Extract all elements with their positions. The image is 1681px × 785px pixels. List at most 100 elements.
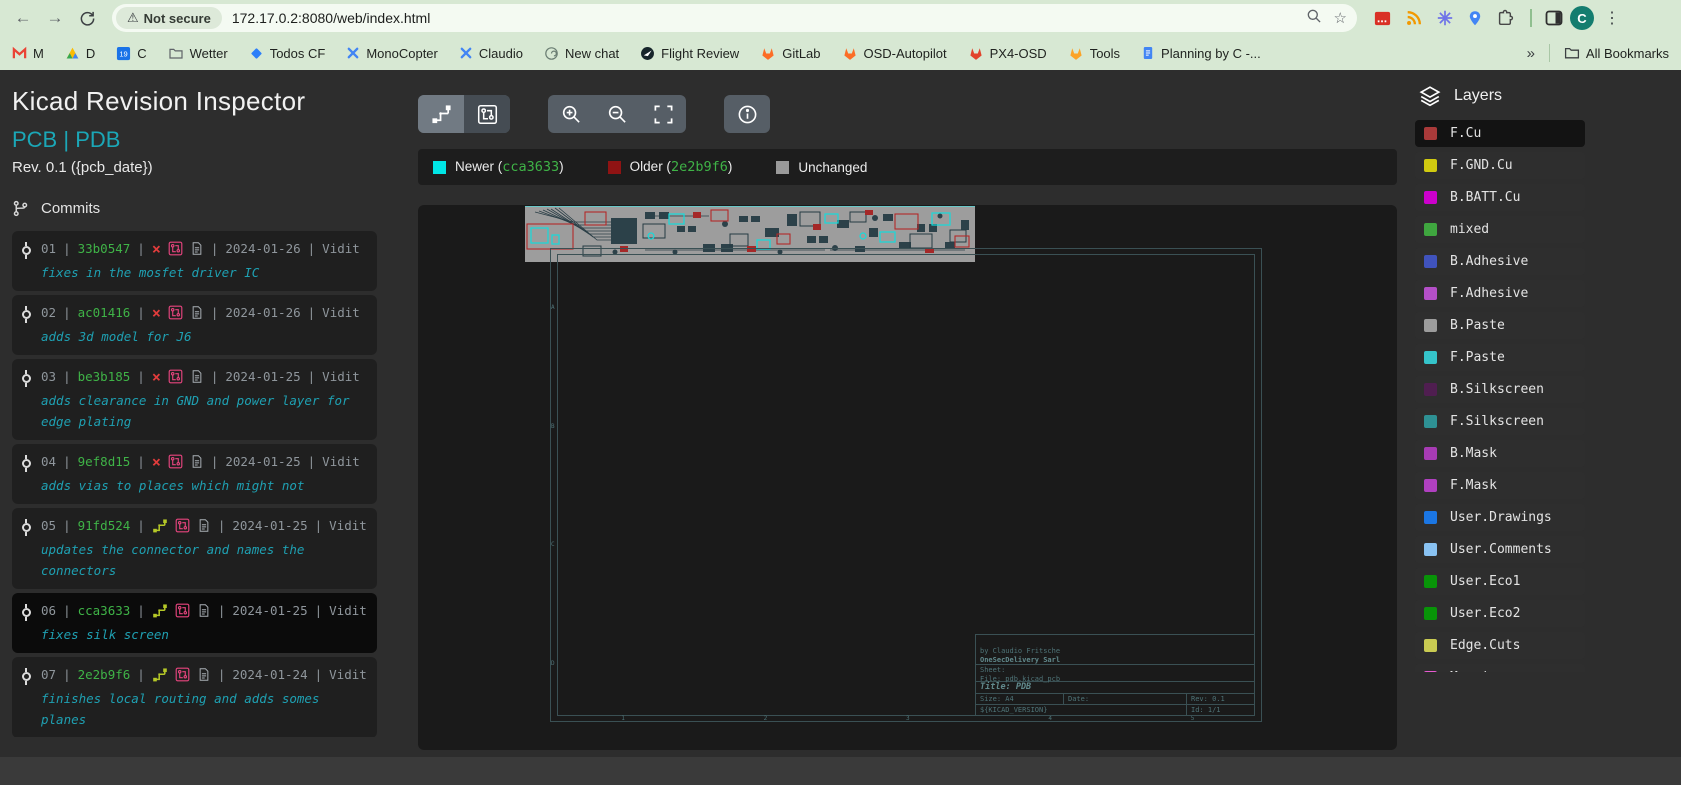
pcb-diff-icon[interactable]	[175, 518, 190, 533]
layer-item-edge-cuts[interactable]: Edge.Cuts	[1415, 632, 1585, 659]
side-panel-icon[interactable]	[1544, 8, 1564, 28]
doc-icon[interactable]	[190, 305, 204, 320]
bookmark-todos-cf[interactable]: Todos CF	[249, 46, 326, 61]
doc-icon[interactable]	[197, 667, 211, 682]
security-chip[interactable]: ⚠ Not secure	[116, 7, 222, 29]
zoom-magnifier-icon[interactable]	[1306, 8, 1322, 28]
layer-item-mixed[interactable]: mixed	[1415, 216, 1585, 243]
zoom-fit-button[interactable]	[640, 95, 686, 133]
zoom-in-button[interactable]	[548, 95, 594, 133]
commit-item-ac01416[interactable]: 02|ac01416|×|2024-01-26|Vidit Katadds 3d…	[12, 295, 377, 355]
url-bar[interactable]: ⚠ Not secure 172.17.0.2:8080/web/index.h…	[112, 4, 1357, 32]
commit-hash[interactable]: be3b185	[78, 367, 131, 386]
layer-item-f-adhesive[interactable]: F.Adhesive	[1415, 280, 1585, 307]
schematic-diff-icon[interactable]	[152, 518, 168, 534]
pcb-diff-icon[interactable]	[168, 305, 183, 320]
layer-item-b-paste[interactable]: B.Paste	[1415, 312, 1585, 339]
bookmark-star-icon[interactable]: ☆	[1334, 9, 1347, 27]
sheet-tick-bottom: 4	[1048, 715, 1052, 722]
bookmark-gitlab[interactable]: GitLab	[760, 46, 820, 61]
commit-hash[interactable]: 2e2b9f6	[78, 665, 131, 684]
commit-hash[interactable]: 9ef8d15	[78, 452, 131, 471]
bookmarks-overflow-chevron[interactable]: »	[1527, 45, 1535, 62]
bookmark-planning-by-c[interactable]: Planning by C -...	[1141, 45, 1261, 61]
commit-item-91fd524[interactable]: 05|91fd524||2024-01-25|Vidit Katupdates …	[12, 508, 377, 589]
rss-icon[interactable]	[1405, 9, 1423, 27]
layer-item-b-mask[interactable]: B.Mask	[1415, 440, 1585, 467]
bookmark-monocopter[interactable]: MonoCopter	[346, 46, 438, 61]
pcb-link[interactable]: PCB	[12, 127, 57, 152]
bookmark-osd-autopilot[interactable]: OSD-Autopilot	[842, 46, 947, 61]
bookmark-flight-review[interactable]: Flight Review	[640, 46, 739, 61]
schematic-diff-icon[interactable]	[152, 667, 168, 683]
maps-pin-icon[interactable]	[1467, 9, 1483, 27]
layer-item-margin[interactable]: Margin	[1415, 664, 1585, 672]
layer-item-f-cu[interactable]: F.Cu	[1415, 120, 1585, 147]
layer-item-user-drawings[interactable]: User.Drawings	[1415, 504, 1585, 531]
menu-kebab-icon[interactable]: ⋮	[1600, 8, 1624, 28]
layer-item-user-eco2[interactable]: User.Eco2	[1415, 600, 1585, 627]
legend-unchanged: Unchanged	[776, 160, 867, 175]
pdb-link[interactable]: PDB	[75, 127, 120, 152]
commit-date: 2024-01-25	[225, 367, 300, 386]
profile-avatar[interactable]: C	[1570, 6, 1594, 30]
bookmark-tools[interactable]: Tools	[1068, 46, 1120, 61]
bookmark-d[interactable]: D	[65, 46, 95, 61]
commit-hash[interactable]: ac01416	[78, 303, 131, 322]
bookmark-claudio[interactable]: Claudio	[459, 46, 523, 61]
pcb-diff-icon[interactable]	[175, 667, 190, 682]
commit-hash[interactable]: 91fd524	[78, 516, 131, 535]
doc-icon[interactable]	[190, 241, 204, 256]
layer-item-user-eco1[interactable]: User.Eco1	[1415, 568, 1585, 595]
commit-hash[interactable]: 33b0547	[78, 239, 131, 258]
reload-icon[interactable]	[74, 8, 100, 28]
pcb-diff-icon[interactable]	[175, 603, 190, 618]
sheet-tick-bottom: 5	[1191, 715, 1195, 722]
pcb-canvas[interactable]: 12345ABCD by Claudio Fritsche OneSecDeli…	[418, 205, 1397, 750]
url-text[interactable]: 172.17.0.2:8080/web/index.html	[232, 10, 430, 26]
pcb-view-button[interactable]	[464, 95, 510, 133]
bookmark-new-chat[interactable]: New chat	[544, 46, 619, 61]
all-bookmarks-button[interactable]: All Bookmarks	[1564, 45, 1669, 61]
commit-item-9ef8d15[interactable]: 04|9ef8d15|×|2024-01-25|Vidit Katadds vi…	[12, 444, 377, 504]
doc-icon[interactable]	[197, 518, 211, 533]
forward-icon[interactable]: →	[42, 8, 68, 28]
red-panel-icon[interactable]	[1373, 9, 1392, 28]
snowflake-icon[interactable]	[1436, 9, 1454, 27]
layer-label: F.Mask	[1450, 478, 1497, 493]
layers-stack-icon	[1419, 85, 1441, 107]
commit-item-cca3633[interactable]: 06|cca3633||2024-01-25|Vidit Katfixes si…	[12, 593, 377, 653]
layer-item-user-comments[interactable]: User.Comments	[1415, 536, 1585, 563]
doc-icon[interactable]	[197, 603, 211, 618]
commit-item-2e2b9f6[interactable]: 07|2e2b9f6||2024-01-24|Vidit Katfinishes…	[12, 657, 377, 737]
back-icon[interactable]: ←	[10, 8, 36, 28]
doc-icon[interactable]	[190, 454, 204, 469]
doc-icon[interactable]	[190, 369, 204, 384]
layer-item-f-paste[interactable]: F.Paste	[1415, 344, 1585, 371]
info-button[interactable]	[724, 95, 770, 133]
pcb-diff-icon[interactable]	[168, 369, 183, 384]
commit-node-icon	[20, 665, 32, 730]
schematic-diff-view-button[interactable]	[418, 95, 464, 133]
layer-label: User.Drawings	[1450, 510, 1552, 525]
pcb-diff-icon[interactable]	[168, 241, 183, 256]
bookmark-wetter[interactable]: Wetter	[168, 46, 228, 61]
layer-item-b-adhesive[interactable]: B.Adhesive	[1415, 248, 1585, 275]
layer-item-b-batt-cu[interactable]: B.BATT.Cu	[1415, 184, 1585, 211]
pcb-diff-icon[interactable]	[168, 454, 183, 469]
layer-color-swatch	[1424, 287, 1437, 300]
bookmark-px4-osd[interactable]: PX4-OSD	[968, 46, 1047, 61]
schematic-diff-icon[interactable]	[152, 603, 168, 619]
layer-item-f-gnd-cu[interactable]: F.GND.Cu	[1415, 152, 1585, 179]
bookmark-c[interactable]: 19C	[116, 46, 146, 61]
commit-item-be3b185[interactable]: 03|be3b185|×|2024-01-25|Vidit Katadds cl…	[12, 359, 377, 440]
layer-item-b-silkscreen[interactable]: B.Silkscreen	[1415, 376, 1585, 403]
zoom-out-button[interactable]	[594, 95, 640, 133]
layer-item-f-silkscreen[interactable]: F.Silkscreen	[1415, 408, 1585, 435]
commit-hash[interactable]: cca3633	[78, 601, 131, 620]
layer-color-swatch	[1424, 223, 1437, 236]
bookmark-m[interactable]: M	[12, 46, 44, 61]
commit-item-33b0547[interactable]: 01|33b0547|×|2024-01-26|Vidit Katfixes i…	[12, 231, 377, 291]
extensions-jar-icon[interactable]	[1496, 9, 1514, 27]
layer-item-f-mask[interactable]: F.Mask	[1415, 472, 1585, 499]
